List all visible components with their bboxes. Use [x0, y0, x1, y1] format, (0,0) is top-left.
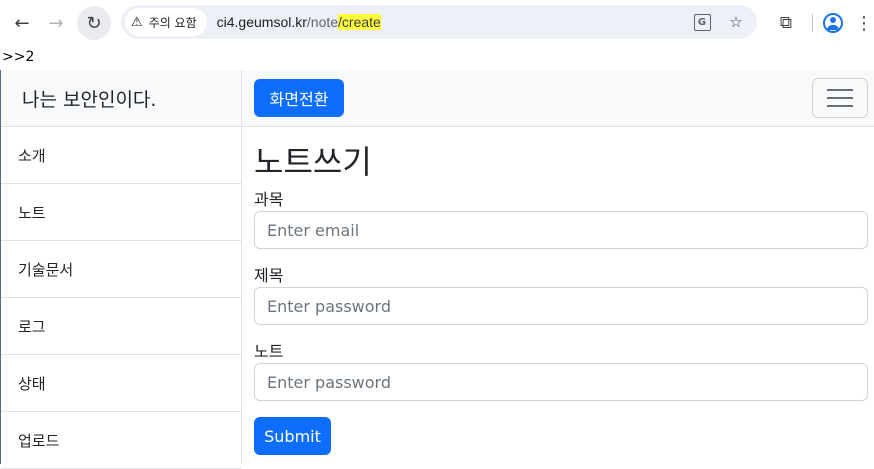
sidebar-item-log[interactable]: 로그: [1, 298, 241, 355]
toolbar-divider: [812, 14, 813, 32]
sidebar-item-note[interactable]: 노트: [1, 184, 241, 241]
sidebar-item-status[interactable]: 상태: [1, 355, 241, 412]
subject-group: 과목: [254, 189, 868, 249]
submit-button[interactable]: Submit: [254, 417, 331, 455]
address-bar[interactable]: ⚠ 주의 요함 ci4.geumsol.kr/note/create G ☆: [121, 5, 757, 39]
bookmark-star-icon[interactable]: ☆: [725, 11, 747, 33]
url-host: ci4.geumsol.kr: [216, 14, 307, 30]
sidebar-item-intro[interactable]: 소개: [1, 127, 241, 184]
url-text[interactable]: ci4.geumsol.kr/note/create: [217, 14, 381, 30]
back-icon[interactable]: ←: [5, 6, 39, 40]
toggle-view-button[interactable]: 화면전환: [254, 79, 344, 117]
browser-toolbar: ← → ↻ ⚠ 주의 요함 ci4.geumsol.kr/note/create…: [0, 0, 874, 46]
more-menu-icon[interactable]: ⋮: [855, 13, 873, 34]
reload-icon[interactable]: ↻: [77, 6, 111, 40]
debug-output: >>2: [2, 49, 35, 65]
security-chip[interactable]: ⚠ 주의 요함: [125, 8, 207, 36]
url-highlight: /create: [338, 14, 381, 30]
sidebar-item-upload[interactable]: 업로드: [1, 412, 241, 469]
forward-icon[interactable]: →: [39, 6, 73, 40]
title-group: 제목: [254, 265, 868, 325]
url-path: /note: [306, 14, 339, 30]
extensions-icon[interactable]: ⧉: [770, 7, 802, 39]
translate-icon[interactable]: G: [691, 11, 713, 33]
subject-input[interactable]: [254, 211, 868, 249]
hamburger-menu-icon[interactable]: [812, 78, 868, 118]
note-group: 노트: [254, 341, 868, 401]
title-label: 제목: [254, 266, 284, 285]
sidebar: 나는 보안인이다. 소개 노트 기술문서 로그 상태 업로드: [0, 70, 242, 469]
profile-icon[interactable]: [823, 13, 843, 33]
sidebar-item-tech-docs[interactable]: 기술문서: [1, 241, 241, 298]
sidebar-heading[interactable]: 나는 보안인이다.: [1, 70, 241, 127]
note-label: 노트: [254, 342, 284, 361]
security-label: 주의 요함: [148, 15, 197, 30]
top-navbar: 화면전환: [242, 70, 874, 127]
warning-icon: ⚠: [131, 14, 143, 30]
subject-label: 과목: [254, 190, 284, 209]
main-content: 노트쓰기 과목 제목 노트 Submit: [254, 127, 868, 455]
page-title: 노트쓰기: [254, 143, 372, 181]
note-input[interactable]: [254, 363, 868, 401]
title-input[interactable]: [254, 287, 868, 325]
